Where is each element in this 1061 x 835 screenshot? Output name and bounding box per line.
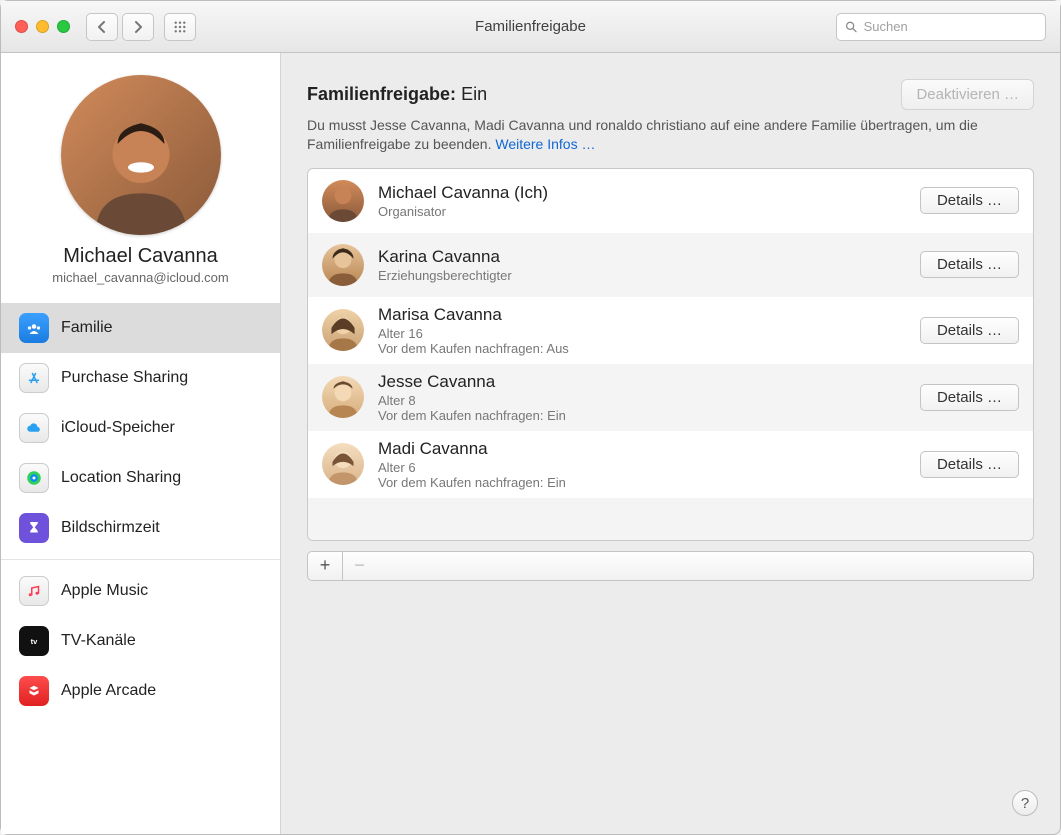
member-name: Marisa Cavanna (378, 305, 906, 325)
details-button[interactable]: Details … (920, 187, 1019, 214)
sidebar-item-tv-kanaele[interactable]: tv TV-Kanäle (1, 616, 280, 666)
details-button[interactable]: Details … (920, 251, 1019, 278)
more-info-link[interactable]: Weitere Infos … (495, 136, 595, 152)
details-button[interactable]: Details … (920, 384, 1019, 411)
chevron-left-icon (96, 21, 108, 33)
nav-buttons (86, 13, 154, 41)
hourglass-icon (19, 513, 49, 543)
chevron-right-icon (132, 21, 144, 33)
member-extra: Vor dem Kaufen nachfragen: Aus (378, 341, 906, 356)
back-button[interactable] (86, 13, 118, 41)
sidebar-item-label: Location Sharing (61, 469, 181, 487)
profile-name: Michael Cavanna (21, 245, 260, 268)
subtext-body: Du musst Jesse Cavanna, Madi Cavanna und… (307, 117, 978, 152)
find-my-icon (19, 463, 49, 493)
avatar (322, 309, 364, 351)
minimize-window-button[interactable] (36, 20, 49, 33)
member-row[interactable]: Marisa Cavanna Alter 16 Vor dem Kaufen n… (308, 297, 1033, 364)
deactivate-button[interactable]: Deaktivieren … (901, 79, 1034, 110)
sidebar-item-apple-arcade[interactable]: Apple Arcade (1, 666, 280, 716)
member-role: Erziehungsberechtigter (378, 268, 906, 283)
sidebar-separator (1, 559, 280, 560)
remove-member-button[interactable]: − (342, 552, 376, 580)
member-name: Karina Cavanna (378, 247, 906, 267)
search-field[interactable] (836, 13, 1046, 41)
member-name: Madi Cavanna (378, 439, 906, 459)
sidebar-item-label: Apple Music (61, 582, 148, 600)
member-row[interactable]: Madi Cavanna Alter 6 Vor dem Kaufen nach… (308, 431, 1033, 498)
profile-section: Michael Cavanna michael_cavanna@icloud.c… (1, 67, 280, 301)
avatar (322, 443, 364, 485)
sidebar-item-label: Familie (61, 319, 113, 337)
member-name: Jesse Cavanna (378, 372, 906, 392)
profile-avatar[interactable] (61, 75, 221, 235)
sidebar: Michael Cavanna michael_cavanna@icloud.c… (1, 53, 281, 834)
member-extra: Vor dem Kaufen nachfragen: Ein (378, 475, 906, 490)
sidebar-item-label: iCloud-Speicher (61, 419, 175, 437)
main-content: Familienfreigabe: Ein Deaktivieren … Du … (281, 53, 1060, 834)
family-icon (19, 313, 49, 343)
search-icon (845, 20, 858, 34)
member-extra: Vor dem Kaufen nachfragen: Ein (378, 408, 906, 423)
sidebar-item-purchase-sharing[interactable]: Purchase Sharing (1, 353, 280, 403)
sidebar-item-icloud-speicher[interactable]: iCloud-Speicher (1, 403, 280, 453)
family-members-list: Michael Cavanna (Ich) Organisator Detail… (307, 168, 1034, 541)
add-remove-group: + − (307, 551, 1034, 581)
sidebar-item-apple-music[interactable]: Apple Music (1, 566, 280, 616)
search-input[interactable] (864, 19, 1037, 34)
person-icon (76, 105, 206, 235)
member-row[interactable]: Michael Cavanna (Ich) Organisator Detail… (308, 169, 1033, 233)
avatar (322, 376, 364, 418)
sidebar-item-familie[interactable]: Familie (1, 303, 280, 353)
member-role: Alter 16 (378, 326, 906, 341)
section-heading: Familienfreigabe: Ein (307, 84, 487, 105)
zoom-window-button[interactable] (57, 20, 70, 33)
avatar (322, 244, 364, 286)
sidebar-item-bildschirmzeit[interactable]: Bildschirmzeit (1, 503, 280, 553)
profile-email: michael_cavanna@icloud.com (21, 270, 260, 285)
window-controls (15, 20, 70, 33)
titlebar: Familienfreigabe (1, 1, 1060, 53)
sidebar-item-label: TV-Kanäle (61, 632, 136, 650)
arcade-icon (19, 676, 49, 706)
appstore-icon (19, 363, 49, 393)
member-name: Michael Cavanna (Ich) (378, 183, 906, 203)
member-role: Alter 8 (378, 393, 906, 408)
details-button[interactable]: Details … (920, 317, 1019, 344)
member-row[interactable]: Karina Cavanna Erziehungsberechtigter De… (308, 233, 1033, 297)
music-icon (19, 576, 49, 606)
member-role: Organisator (378, 204, 906, 219)
forward-button[interactable] (122, 13, 154, 41)
preferences-window: Familienfreigabe Michael Cavanna michael… (0, 0, 1061, 835)
list-filler-row (308, 498, 1033, 540)
add-member-button[interactable]: + (308, 552, 342, 580)
sidebar-item-location-sharing[interactable]: Location Sharing (1, 453, 280, 503)
tv-icon: tv (19, 626, 49, 656)
sidebar-item-label: Apple Arcade (61, 682, 156, 700)
details-button[interactable]: Details … (920, 451, 1019, 478)
member-role: Alter 6 (378, 460, 906, 475)
grid-icon (174, 21, 186, 33)
cloud-icon (19, 413, 49, 443)
section-subtext: Du musst Jesse Cavanna, Madi Cavanna und… (307, 116, 987, 154)
svg-text:tv: tv (31, 637, 38, 646)
member-row[interactable]: Jesse Cavanna Alter 8 Vor dem Kaufen nac… (308, 364, 1033, 431)
close-window-button[interactable] (15, 20, 28, 33)
sidebar-list: Familie Purchase Sharing iCloud-Speicher (1, 303, 280, 716)
sidebar-item-label: Bildschirmzeit (61, 519, 160, 537)
show-all-button[interactable] (164, 13, 196, 41)
sidebar-item-label: Purchase Sharing (61, 369, 188, 387)
help-button[interactable]: ? (1012, 790, 1038, 816)
avatar (322, 180, 364, 222)
